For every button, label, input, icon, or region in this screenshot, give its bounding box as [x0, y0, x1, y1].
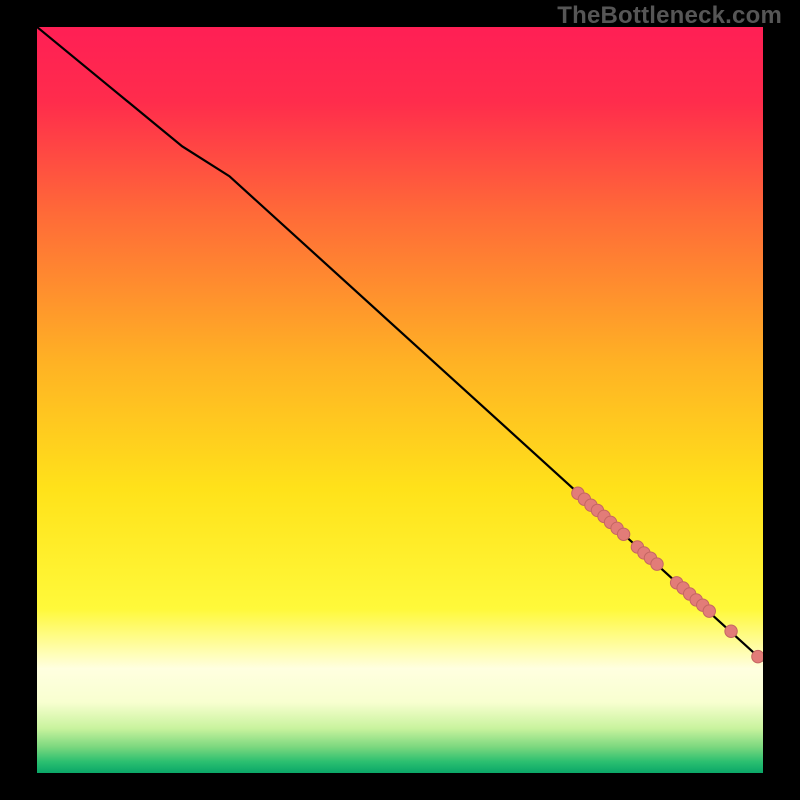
data-dot	[617, 528, 629, 540]
data-dot	[651, 558, 663, 570]
chart-root: TheBottleneck.com	[0, 0, 800, 800]
data-dot	[752, 650, 763, 662]
data-dot	[725, 625, 737, 637]
gradient-background	[37, 27, 763, 773]
data-dot	[703, 605, 715, 617]
watermark-text: TheBottleneck.com	[557, 2, 782, 30]
plot-area	[37, 27, 763, 773]
